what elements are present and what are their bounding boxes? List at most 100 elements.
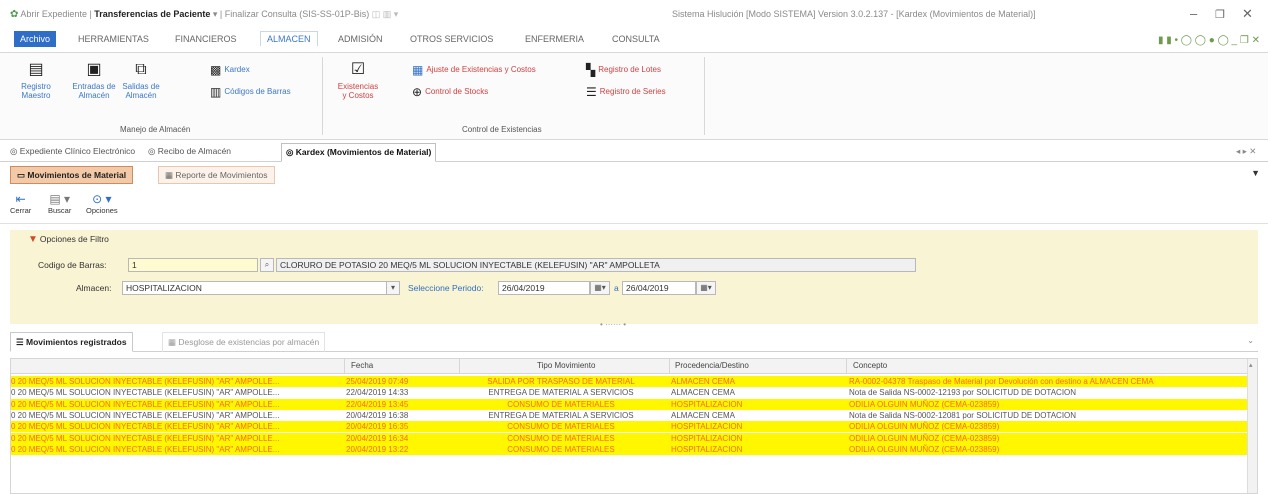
cell-destino: HOSPITALIZACION <box>671 399 743 409</box>
tab-archivo[interactable]: Archivo <box>14 31 57 47</box>
cell-fecha: 25/04/2019 07:49 <box>346 377 409 386</box>
tab-circle-icon: ◎ <box>10 146 18 156</box>
entradas-almacen-button[interactable]: ▣ Entradas de Almacén <box>70 61 118 100</box>
toolbar: ⇤ Cerrar ▤ ▾ Buscar ⊙ ▾ Opciones <box>0 188 1268 224</box>
tab-almacen[interactable]: ALMACEN <box>260 31 318 46</box>
tab-movimientos-registrados[interactable]: ☰ Movimientos registrados <box>10 332 133 352</box>
ribbon-panel: ▤ Registro Maestro ▣ Entradas de Almacén… <box>0 52 1268 140</box>
cell-producto: 0 20 MEQ/5 ML SOLUCION INYECTABLE (KELEF… <box>11 410 280 420</box>
doctab-nav-controls[interactable]: ◂ ▸ ✕ <box>1236 146 1256 157</box>
filter-panel: ▼ Opciones de Filtro Codigo de Barras: 1 … <box>10 230 1258 329</box>
quick-access-toolbar: ✿ Abrir Expediente | Transferencias de P… <box>10 9 399 20</box>
calendar-icon[interactable]: ▦▾ <box>590 281 610 295</box>
tab-herramientas[interactable]: HERRAMIENTAS <box>78 34 149 44</box>
chevron-down-icon[interactable]: ⌄ <box>1247 336 1254 345</box>
control-stocks-button[interactable]: ⊕ Control de Stocks <box>412 85 488 99</box>
tab-consulta[interactable]: CONSULTA <box>612 34 660 44</box>
column-divider[interactable] <box>846 359 847 374</box>
table-row[interactable]: 0 20 MEQ/5 ML SOLUCION INYECTABLE (KELEF… <box>11 421 1247 433</box>
quick-access-abrir-expediente[interactable]: Abrir Expediente <box>20 9 87 19</box>
table-row[interactable]: 0 20 MEQ/5 ML SOLUCION INYECTABLE (KELEF… <box>11 410 1247 421</box>
cell-destino: HOSPITALIZACION <box>671 444 743 454</box>
codigos-barras-button[interactable]: ▥ Códigos de Barras <box>210 85 291 99</box>
column-header-concepto[interactable]: Concepto <box>853 361 887 370</box>
chevron-down-icon[interactable]: ▼ <box>1251 168 1260 178</box>
minimize-button[interactable]: – <box>1190 6 1197 21</box>
cerrar-button[interactable]: ⇤ Cerrar <box>10 192 31 215</box>
cell-concepto: ODILIA OLGUIN MUÑOZ (CEMA-023859) <box>849 433 1000 443</box>
cell-concepto: ODILIA OLGUIN MUÑOZ (CEMA-023859) <box>849 399 1000 409</box>
table-row[interactable]: 0 20 MEQ/5 ML SOLUCION INYECTABLE (KELEF… <box>11 376 1247 387</box>
almacen-select[interactable]: HOSPITALIZACION <box>122 281 388 295</box>
chevron-down-icon[interactable]: ▾ <box>386 281 400 295</box>
tab-desglose-existencias[interactable]: ▦ Desglose de existencias por almacén <box>162 332 326 352</box>
table-row[interactable]: 0 20 MEQ/5 ML SOLUCION INYECTABLE (KELEF… <box>11 387 1247 398</box>
scroll-up-icon[interactable]: ▴ <box>1249 361 1253 369</box>
restore-button[interactable]: ❐ <box>1215 8 1225 21</box>
column-header-tipo[interactable]: Tipo Movimiento <box>537 361 595 370</box>
cell-tipo: ENTREGA DE MATERIAL A SERVICIOS <box>488 410 634 420</box>
vertical-scrollbar[interactable]: ▴ <box>1247 359 1257 493</box>
doctab-recibo-almacen[interactable]: ◎ Recibo de Almacén <box>148 146 231 157</box>
tab-admision[interactable]: ADMISIÓN <box>338 34 383 44</box>
table-row[interactable]: 0 20 MEQ/5 ML SOLUCION INYECTABLE (KELEF… <box>11 443 1247 455</box>
search-icon[interactable]: ⌕ <box>260 258 274 272</box>
existencias-costos-button[interactable]: ☑ Existencias y Costos <box>335 61 381 100</box>
checkbox-icon: ☑ <box>350 61 366 78</box>
tab-otros-servicios[interactable]: OTROS SERVICIOS <box>410 34 493 44</box>
cell-destino: ALMACEN CEMA <box>671 377 736 386</box>
cell-fecha: 20/04/2019 16:35 <box>346 422 409 432</box>
add-circle-icon: ⊕ <box>412 85 423 99</box>
ribbon-status-icons[interactable]: ▮ ▮ • ◯ ◯ ● ◯ _ ❐ ✕ <box>1158 35 1260 46</box>
ajuste-existencias-button[interactable]: ▦ Ajuste de Existencias y Costos <box>412 63 536 77</box>
opciones-button[interactable]: ⊙ ▾ Opciones <box>86 192 118 215</box>
column-divider[interactable] <box>459 359 460 374</box>
column-divider[interactable] <box>344 359 345 374</box>
table-row[interactable]: 0 20 MEQ/5 ML SOLUCION INYECTABLE (KELEF… <box>11 398 1247 410</box>
exit-icon: ⇤ <box>15 192 26 206</box>
list-icon: ☰ <box>16 337 24 347</box>
fecha-fin-field[interactable]: 26/04/2019 <box>622 281 696 295</box>
fecha-inicio-field[interactable]: 26/04/2019 <box>498 281 590 295</box>
quick-access-icons[interactable]: ◫ ▥ ▾ <box>372 9 399 19</box>
registro-lotes-button[interactable]: ▚ Registro de Lotes <box>586 63 661 77</box>
buscar-button[interactable]: ▤ ▾ Buscar <box>48 192 71 215</box>
grid-icon: ▚ <box>586 63 596 77</box>
barcode-input[interactable]: 1 <box>128 258 258 272</box>
cell-fecha: 20/04/2019 13:22 <box>346 444 409 454</box>
column-header-fecha[interactable]: Fecha <box>351 361 373 370</box>
column-header-procedencia[interactable]: Procedencia/Destino <box>675 361 749 370</box>
cell-concepto: Nota de Salida NS-0002-12081 por SOLICIT… <box>849 410 1077 420</box>
registro-maestro-button[interactable]: ▤ Registro Maestro <box>16 61 56 100</box>
subtab-movimientos-material[interactable]: ▭ Movimientos de Material <box>10 166 134 184</box>
cell-producto: 0 20 MEQ/5 ML SOLUCION INYECTABLE (KELEF… <box>11 444 280 454</box>
table-icon: ▦ <box>168 337 177 347</box>
tab-financieros[interactable]: FINANCIEROS <box>175 34 237 44</box>
adjust-icon: ▦ <box>412 63 424 77</box>
doctab-kardex[interactable]: ◎ Kardex (Movimientos de Material) <box>281 143 437 162</box>
column-divider[interactable] <box>669 359 670 374</box>
kardex-button[interactable]: ▩ Kardex <box>210 63 250 77</box>
external-link-icon: ⧉ <box>135 61 147 78</box>
print-search-icon: ▤ ▾ <box>49 192 71 206</box>
panel-splitter-grip[interactable]: • ······ • <box>600 320 626 329</box>
cell-tipo: CONSUMO DE MATERIALES <box>507 433 615 443</box>
filter-title[interactable]: ▼ Opciones de Filtro <box>28 234 109 245</box>
doctab-expediente[interactable]: ◎ Expediente Clínico Electrónico <box>10 146 135 157</box>
salidas-almacen-button[interactable]: ⧉ Salidas de Almacén <box>120 61 162 100</box>
ribbon-tab-bar: Archivo HERRAMIENTAS FINANCIEROS ALMACEN… <box>0 30 1268 52</box>
tab-circle-icon: ◎ <box>148 146 156 156</box>
barcode-icon: ▥ <box>210 85 222 99</box>
cell-producto: 0 20 MEQ/5 ML SOLUCION INYECTABLE (KELEF… <box>11 422 280 432</box>
table-row[interactable]: 0 20 MEQ/5 ML SOLUCION INYECTABLE (KELEF… <box>11 432 1247 444</box>
tab-enfermeria[interactable]: ENFERMERIA <box>525 34 584 44</box>
quick-access-finalizar-consulta[interactable]: Finalizar Consulta (SIS-SS-01P-Bis) <box>225 9 370 19</box>
close-button[interactable]: ✕ <box>1242 6 1253 22</box>
subtab-reporte-movimientos[interactable]: ▦ Reporte de Movimientos <box>158 166 275 184</box>
cell-tipo: CONSUMO DE MATERIALES <box>507 422 615 432</box>
quick-access-transferencias[interactable]: Transferencias de Paciente <box>94 9 210 19</box>
calendar-icon[interactable]: ▦▾ <box>696 281 716 295</box>
registro-series-button[interactable]: ☰ Registro de Series <box>586 85 666 99</box>
periodo-separator: a <box>614 283 619 293</box>
book-icon: ▩ <box>210 63 222 77</box>
